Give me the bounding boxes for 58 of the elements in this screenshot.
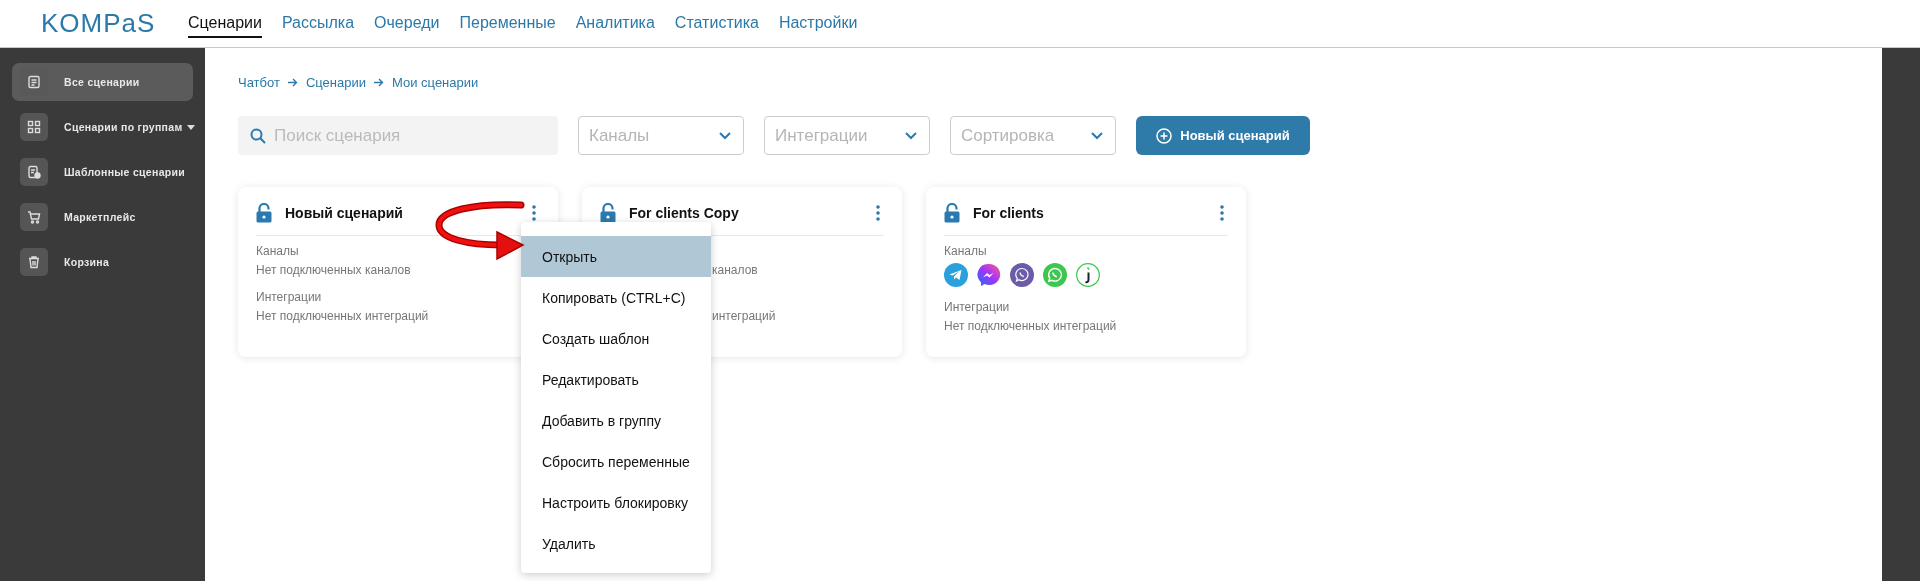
arrow-icon xyxy=(287,77,298,87)
card-title: For clients xyxy=(973,205,1045,221)
arrow-icon xyxy=(374,77,384,87)
nav-tab[interactable]: Сценарии xyxy=(188,9,262,38)
paper-plane-icon xyxy=(944,263,968,287)
breadcrumb-link[interactable]: Чатбот xyxy=(238,74,280,90)
menu-item[interactable]: Сбросить переменные xyxy=(521,441,711,482)
field-label: Интеграции xyxy=(256,290,323,304)
field-value: Нет подключенных интеграций xyxy=(256,309,430,323)
field-label: Каналы xyxy=(256,244,300,258)
phone-bubble-icon xyxy=(1043,263,1067,287)
document-user-icon xyxy=(20,158,48,186)
nav-tab[interactable]: Статистика xyxy=(674,9,759,38)
chevron-down-icon xyxy=(905,131,917,140)
field-value: Нет подключенных каналов xyxy=(256,263,412,277)
more-icon[interactable] xyxy=(876,205,880,221)
cart-icon xyxy=(20,203,48,231)
sidebar-item[interactable]: Маркетплейс xyxy=(12,198,193,236)
nav-tab[interactable]: Рассылка xyxy=(281,9,355,38)
breadcrumb-link[interactable]: Мои сценарии xyxy=(392,74,479,90)
nav-tab[interactable]: Настройки xyxy=(778,9,858,38)
field-value: интеграций xyxy=(712,309,777,323)
sidebar-item[interactable]: Все сценарии xyxy=(12,63,193,101)
phone-bubble-icon xyxy=(1010,263,1034,287)
chevron-down-icon xyxy=(719,131,731,140)
field-value: каналов xyxy=(712,263,759,277)
logo[interactable]: KOMPaS xyxy=(41,8,188,39)
field-label: Каналы xyxy=(944,244,988,258)
menu-item[interactable]: Добавить в группу xyxy=(521,400,711,441)
plus-circle-icon xyxy=(1156,127,1173,144)
card-title: Новый сценарий xyxy=(285,205,404,221)
open-lock-icon xyxy=(944,203,960,223)
scenario-card[interactable]: For clients Каналы Интеграции Нет подключенных интеграций xyxy=(926,187,1246,357)
breadcrumb-link[interactable]: Сценарии xyxy=(305,74,366,90)
card-title: For clients Copy xyxy=(629,205,740,221)
trash-icon xyxy=(20,248,48,276)
hook-icon xyxy=(1076,263,1100,287)
sidebar-item[interactable]: Корзина xyxy=(12,243,193,281)
menu-item[interactable]: Удалить xyxy=(521,523,711,564)
chevron-down-icon xyxy=(1091,131,1103,140)
nav-tab[interactable]: Переменные xyxy=(459,9,556,38)
search-field[interactable]: Поиск сценария xyxy=(238,116,558,155)
open-lock-icon xyxy=(256,203,272,223)
menu-item[interactable]: Настроить блокировку xyxy=(521,482,711,523)
sidebar-item[interactable]: Сценарии по группам xyxy=(12,108,193,146)
nav-tab[interactable]: Аналитика xyxy=(575,9,655,38)
grid-icon xyxy=(20,113,48,141)
menu-item[interactable]: Открыть xyxy=(521,236,711,277)
field-label: Интеграции xyxy=(944,300,1011,314)
more-icon[interactable] xyxy=(1220,205,1224,221)
menu-item[interactable]: Редактировать xyxy=(521,359,711,400)
new-scenario-button[interactable]: Новый сценарий xyxy=(1136,116,1310,155)
chat-bubble-icon xyxy=(977,263,1001,287)
sidebar-item[interactable]: Шаблонные сценарии xyxy=(12,153,193,191)
nav-tab[interactable]: Очереди xyxy=(374,9,440,38)
field-value: Нет подключенных интеграций xyxy=(944,319,1118,333)
more-icon[interactable] xyxy=(532,205,536,221)
search-icon xyxy=(250,128,266,144)
